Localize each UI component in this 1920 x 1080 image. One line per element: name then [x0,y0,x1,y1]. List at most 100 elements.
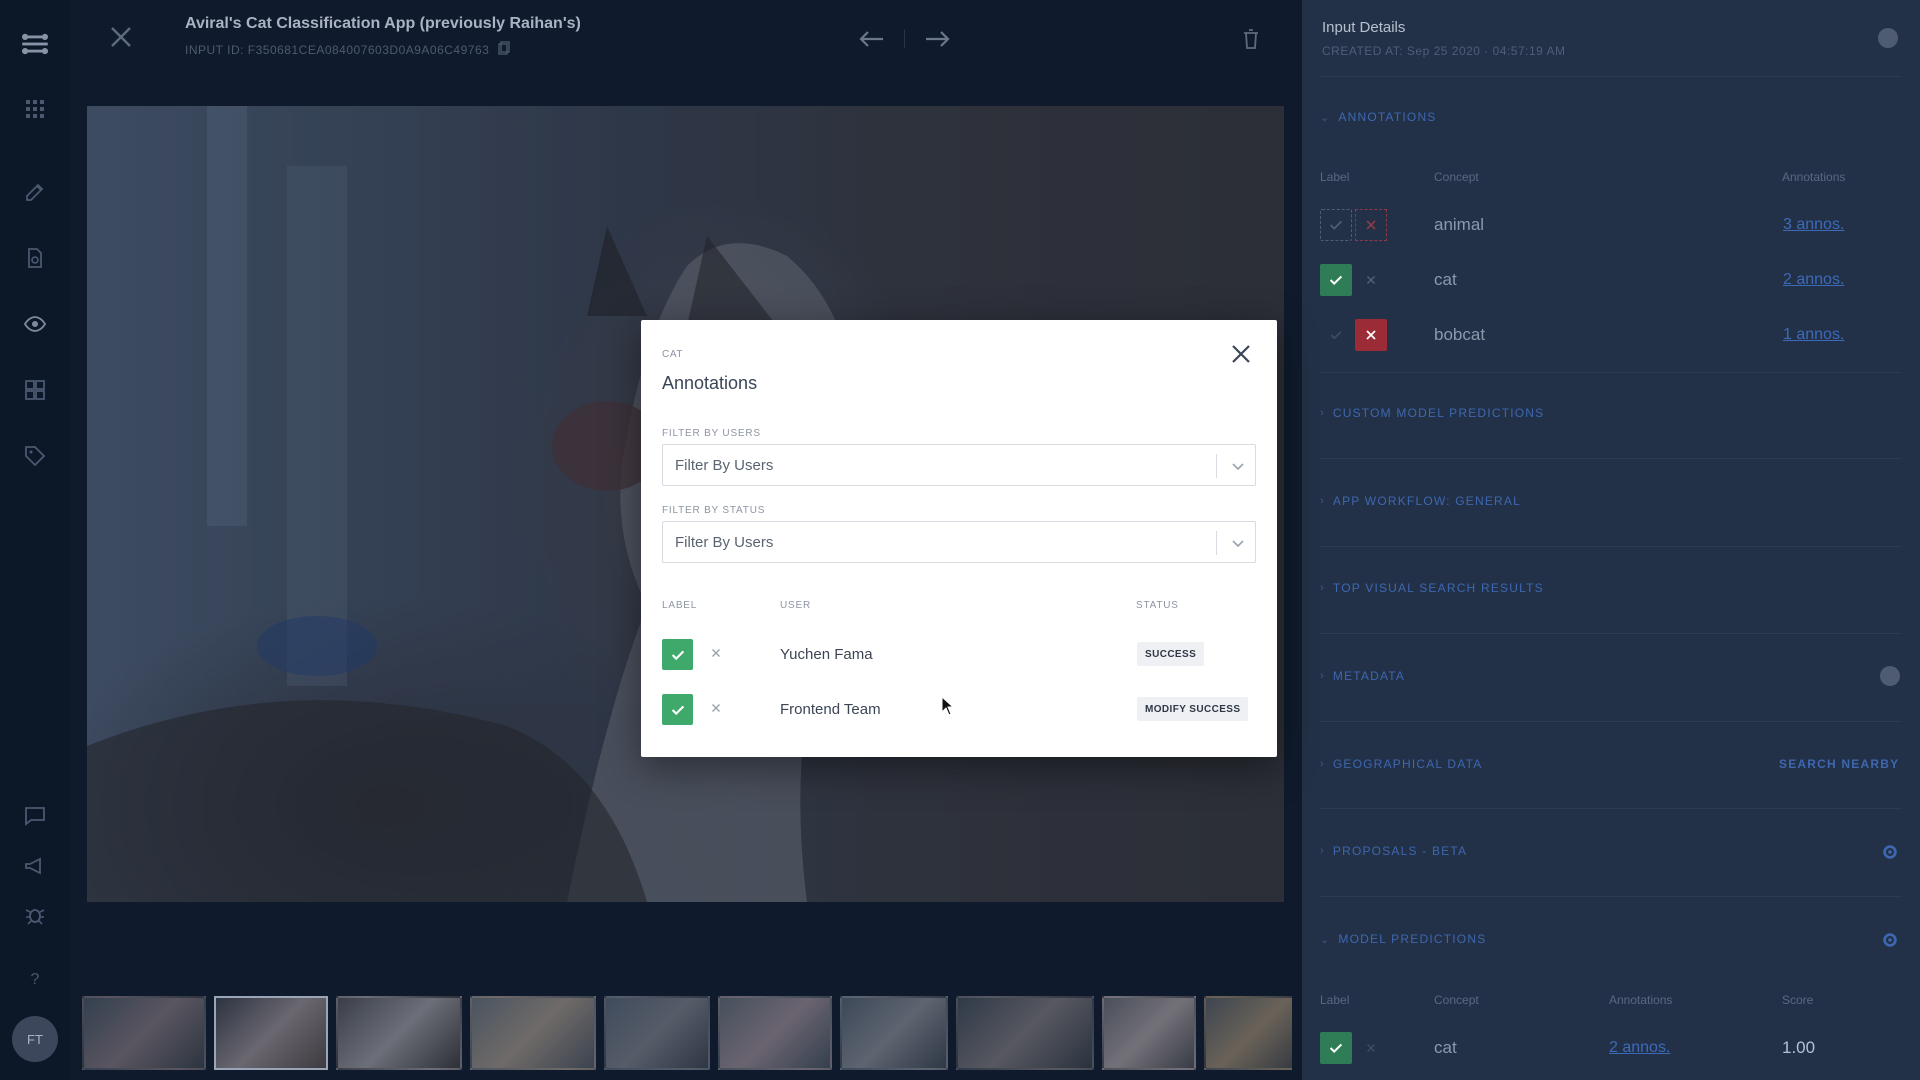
annotations-link[interactable]: 1 annos. [1783,326,1844,344]
delete-input-button[interactable] [1240,26,1262,52]
section-top-visual-search[interactable]: › TOP VISUAL SEARCH RESULTS [1320,581,1544,595]
filter-users-select[interactable]: Filter By Users [662,444,1256,486]
col-concept: Concept [1434,993,1479,1007]
col-label: Label [1320,170,1350,184]
chevron-right-icon: › [1320,407,1325,419]
close-icon[interactable] [1227,340,1255,368]
thumbnail-strip [82,996,1292,1072]
section-label: MODEL PREDICTIONS [1338,932,1487,946]
edit-icon[interactable] [19,176,51,208]
section-proposals[interactable]: › PROPOSALS - BETA [1320,844,1467,858]
section-geographical-data[interactable]: › GEOGRAPHICAL DATA [1320,757,1482,771]
divider [1320,808,1902,809]
input-id-text: INPUT ID: F350681CEA084007603D0A9A06C497… [185,42,490,57]
label-positive-toggle[interactable] [1320,264,1352,296]
section-label: CUSTOM MODEL PREDICTIONS [1332,406,1545,420]
filter-status-placeholder: Filter By Users [675,534,774,551]
label-negative-toggle[interactable] [703,695,729,721]
annotations-link[interactable]: 2 annos. [1609,1039,1670,1057]
copy-icon[interactable] [497,41,511,58]
gear-icon[interactable] [1881,931,1899,949]
thumbnail[interactable] [82,996,206,1070]
label-positive-toggle[interactable] [1320,1032,1352,1064]
filter-users-label: FILTER BY USERS [662,428,761,439]
thumbnail[interactable] [956,996,1094,1070]
thumbnail[interactable] [840,996,948,1070]
mouse-cursor-icon [941,696,955,716]
divider [1320,721,1902,722]
chevron-down-icon [1232,540,1244,548]
left-nav-rail: ? FT [0,0,70,1080]
viewer-topbar: Aviral's Cat Classification App (previou… [70,0,1302,80]
annotations-link[interactable]: 2 annos. [1783,271,1844,289]
chevron-right-icon: › [1320,495,1325,507]
section-model-predictions[interactable]: ⌄ MODEL PREDICTIONS [1320,932,1486,946]
info-icon[interactable] [1878,28,1898,48]
thumbnail[interactable] [336,996,462,1070]
label-positive-toggle[interactable] [1320,319,1352,351]
avatar[interactable]: FT [12,1016,58,1062]
section-label: PROPOSALS - BETA [1332,844,1468,858]
section-label: METADATA [1332,669,1406,683]
section-app-workflow[interactable]: › APP WORKFLOW: GENERAL [1320,494,1521,508]
prediction-score: 1.00 [1782,1038,1816,1057]
thumbnail[interactable] [1102,996,1196,1070]
close-viewer-button[interactable] [106,22,136,52]
label-negative-toggle[interactable] [1355,319,1387,351]
label-positive-toggle[interactable] [1320,209,1352,241]
thumbnail-selected[interactable] [214,996,328,1070]
filter-users-placeholder: Filter By Users [675,457,774,474]
chevron-right-icon: › [1320,845,1325,857]
modal-concept-label: CAT [662,349,684,360]
info-icon[interactable] [1880,666,1900,686]
modal-title: Annotations [662,373,758,393]
col-concept: Concept [1434,170,1479,184]
chevron-down-icon: ⌄ [1320,933,1331,946]
bug-icon[interactable] [19,898,51,930]
divider [1320,896,1902,897]
thumbnail[interactable] [718,996,832,1070]
thumbnail[interactable] [1204,996,1292,1070]
section-metadata[interactable]: › METADATA [1320,669,1405,683]
col-score: Score [1782,993,1814,1007]
label-negative-toggle[interactable] [703,640,729,666]
gear-icon[interactable] [1881,843,1899,861]
annotations-link[interactable]: 3 annos. [1783,216,1844,234]
label-negative-toggle[interactable] [1355,264,1387,296]
divider [1320,633,1902,634]
input-details-panel: Input Details CREATED AT: Sep 25 2020 · … [1302,0,1920,1080]
label-negative-toggle[interactable] [1355,1032,1387,1064]
label-positive-toggle[interactable] [662,694,693,725]
col-status: STATUS [1136,600,1179,611]
previous-input-button[interactable] [855,24,889,54]
label-negative-toggle[interactable] [1355,209,1387,241]
eye-icon[interactable] [19,308,51,340]
filter-status-select[interactable]: Filter By Users [662,521,1256,563]
chat-icon[interactable] [19,800,51,832]
chevron-down-icon [1232,463,1244,471]
megaphone-icon[interactable] [19,850,51,882]
annotations-modal: CAT Annotations FILTER BY USERS Filter B… [641,320,1277,757]
dashboard-icon[interactable] [19,374,51,406]
next-input-button[interactable] [920,24,954,54]
logo-icon[interactable] [17,26,53,62]
filter-status-label: FILTER BY STATUS [662,505,766,516]
concept-name: animal [1434,215,1485,234]
help-icon[interactable]: ? [19,962,51,994]
thumbnail[interactable] [604,996,710,1070]
file-search-icon[interactable] [19,242,51,274]
section-custom-model-predictions[interactable]: › CUSTOM MODEL PREDICTIONS [1320,406,1544,420]
concept-name: cat [1434,270,1457,289]
created-at: CREATED AT: Sep 25 2020 · 04:57:19 AM [1322,44,1566,58]
chevron-right-icon: › [1320,582,1325,594]
status-badge: SUCCESS [1137,642,1205,666]
apps-grid-icon[interactable] [19,93,51,125]
tag-icon[interactable] [19,440,51,472]
section-annotations[interactable]: ⌄ ANNOTATIONS [1320,110,1437,124]
label-positive-toggle[interactable] [662,639,693,670]
annotation-user: Frontend Team [780,701,881,718]
thumbnail[interactable] [470,996,596,1070]
app-title: Aviral's Cat Classification App (previou… [185,15,581,32]
search-nearby-button[interactable]: SEARCH NEARBY [1779,757,1899,771]
section-label: TOP VISUAL SEARCH RESULTS [1332,581,1544,595]
